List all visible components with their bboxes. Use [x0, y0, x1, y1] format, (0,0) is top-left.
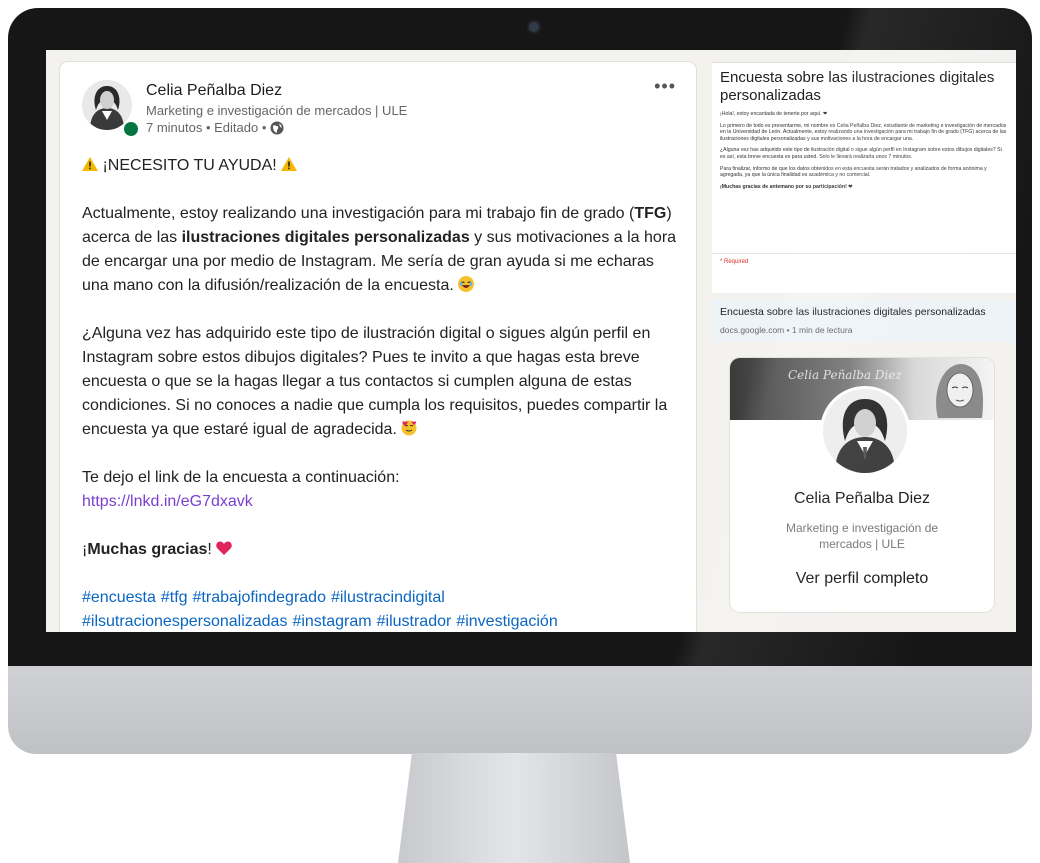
- link-intro: Te dejo el link de la encuesta a continu…: [82, 469, 400, 486]
- text-segment: !: [207, 541, 212, 558]
- author-headline: Marketing e investigación de mercados | …: [146, 103, 408, 118]
- webcam: [529, 22, 539, 32]
- paragraph-intro: Actualmente, estoy realizando una invest…: [82, 202, 682, 298]
- alert-line: ¡NECESITO TU AYUDA!: [82, 154, 682, 178]
- hug-emoji-icon: [401, 420, 417, 436]
- form-title: Encuesta sobre las ilustraciones digital…: [720, 69, 995, 104]
- text-bold: Muchas gracias: [87, 541, 208, 558]
- post-time: 7 minutos • Editado •: [146, 120, 267, 135]
- profile-avatar[interactable]: [820, 386, 910, 476]
- post-meta: 7 minutos • Editado •: [146, 120, 284, 135]
- text-segment: Actualmente, estoy realizando una invest…: [82, 205, 635, 222]
- more-icon[interactable]: •••: [654, 76, 676, 97]
- form-paragraph: Para finalizar, informo de que los datos…: [720, 165, 987, 179]
- monitor-chin: [8, 666, 1032, 754]
- post-body: ¡NECESITO TU AYUDA! Actualmente, estoy r…: [82, 154, 682, 632]
- heart-icon: [216, 541, 233, 558]
- banner-illustration: [936, 364, 984, 418]
- hashtag[interactable]: #ilustracindigital: [331, 589, 445, 606]
- survey-link[interactable]: https://lnkd.in/eG7dxavk: [82, 493, 253, 510]
- form-paragraph: Lo primero de todo es presentarme, mi no…: [720, 122, 1007, 142]
- paragraph-link: Te dejo el link de la encuesta a continu…: [82, 466, 682, 514]
- form-greeting: ¡Hola!, estoy encantada de tenerte por a…: [720, 111, 828, 117]
- hashtag[interactable]: #instagram: [292, 613, 371, 630]
- hashtag[interactable]: #tfg: [161, 589, 188, 606]
- alert-text: ¡NECESITO TU AYUDA!: [102, 157, 277, 174]
- link-preview-card[interactable]: Encuesta sobre las ilustraciones digital…: [712, 300, 1016, 342]
- screen: Celia Peñalba Diez Marketing e investiga…: [46, 50, 1016, 632]
- text-bold: ilustraciones digitales personalizadas: [181, 229, 470, 246]
- profile-card: Celia Peñalba Diez Celia Peñalba Diez Ma…: [730, 358, 994, 612]
- hashtag[interactable]: #ilustrador: [377, 613, 452, 630]
- laughing-emoji-icon: [458, 276, 475, 292]
- paragraph-question: ¿Alguna vez has adquirido este tipo de i…: [82, 322, 682, 442]
- hashtag[interactable]: #investigación: [456, 613, 557, 630]
- hashtag[interactable]: #ilsutracionespersonalizadas: [82, 613, 287, 630]
- online-status-indicator: [122, 120, 140, 138]
- required-note: * Required: [720, 259, 749, 265]
- text-bold: TFG: [634, 205, 667, 222]
- google-form-preview[interactable]: Encuesta sobre las ilustraciones digital…: [712, 62, 1016, 293]
- imac-monitor: Celia Peñalba Diez Marketing e investiga…: [8, 8, 1040, 754]
- monitor-stand: [398, 753, 630, 863]
- warning-icon: [82, 155, 98, 171]
- form-closing: ¡Muchas gracias de antemano por su parti…: [720, 183, 853, 190]
- author-name[interactable]: Celia Peñalba Diez: [146, 82, 282, 100]
- profile-name[interactable]: Celia Peñalba Diez: [730, 490, 994, 508]
- view-full-profile-button[interactable]: Ver perfil completo: [730, 570, 994, 588]
- profile-headline: Marketing e investigación de mercados | …: [785, 521, 939, 551]
- divider: [712, 253, 1016, 254]
- banner-signature: Celia Peñalba Diez: [788, 368, 902, 382]
- thanks-line: ¡Muchas gracias!: [82, 538, 682, 562]
- monitor-bezel: Celia Peñalba Diez Marketing e investiga…: [8, 8, 1032, 668]
- form-description: ¡Hola!, estoy encantada de tenerte por a…: [720, 111, 1008, 195]
- globe-icon: [270, 121, 284, 135]
- hashtag[interactable]: #trabajofindegrado: [193, 589, 326, 606]
- hashtags: #encuesta #tfg #trabajofindegrado #ilustrac…: [82, 586, 682, 632]
- text-segment: ¿Alguna vez has adquirido este tipo de i…: [82, 325, 668, 438]
- hashtag[interactable]: #encuesta: [82, 589, 156, 606]
- form-paragraph: ¿Alguna vez has adquirido este tipo de i…: [720, 147, 1002, 160]
- link-preview-source: docs.google.com • 1 min de lectura: [720, 325, 853, 335]
- warning-icon: [281, 155, 298, 171]
- link-preview-title[interactable]: Encuesta sobre las ilustraciones digital…: [720, 306, 986, 318]
- linkedin-post: Celia Peñalba Diez Marketing e investiga…: [60, 62, 696, 632]
